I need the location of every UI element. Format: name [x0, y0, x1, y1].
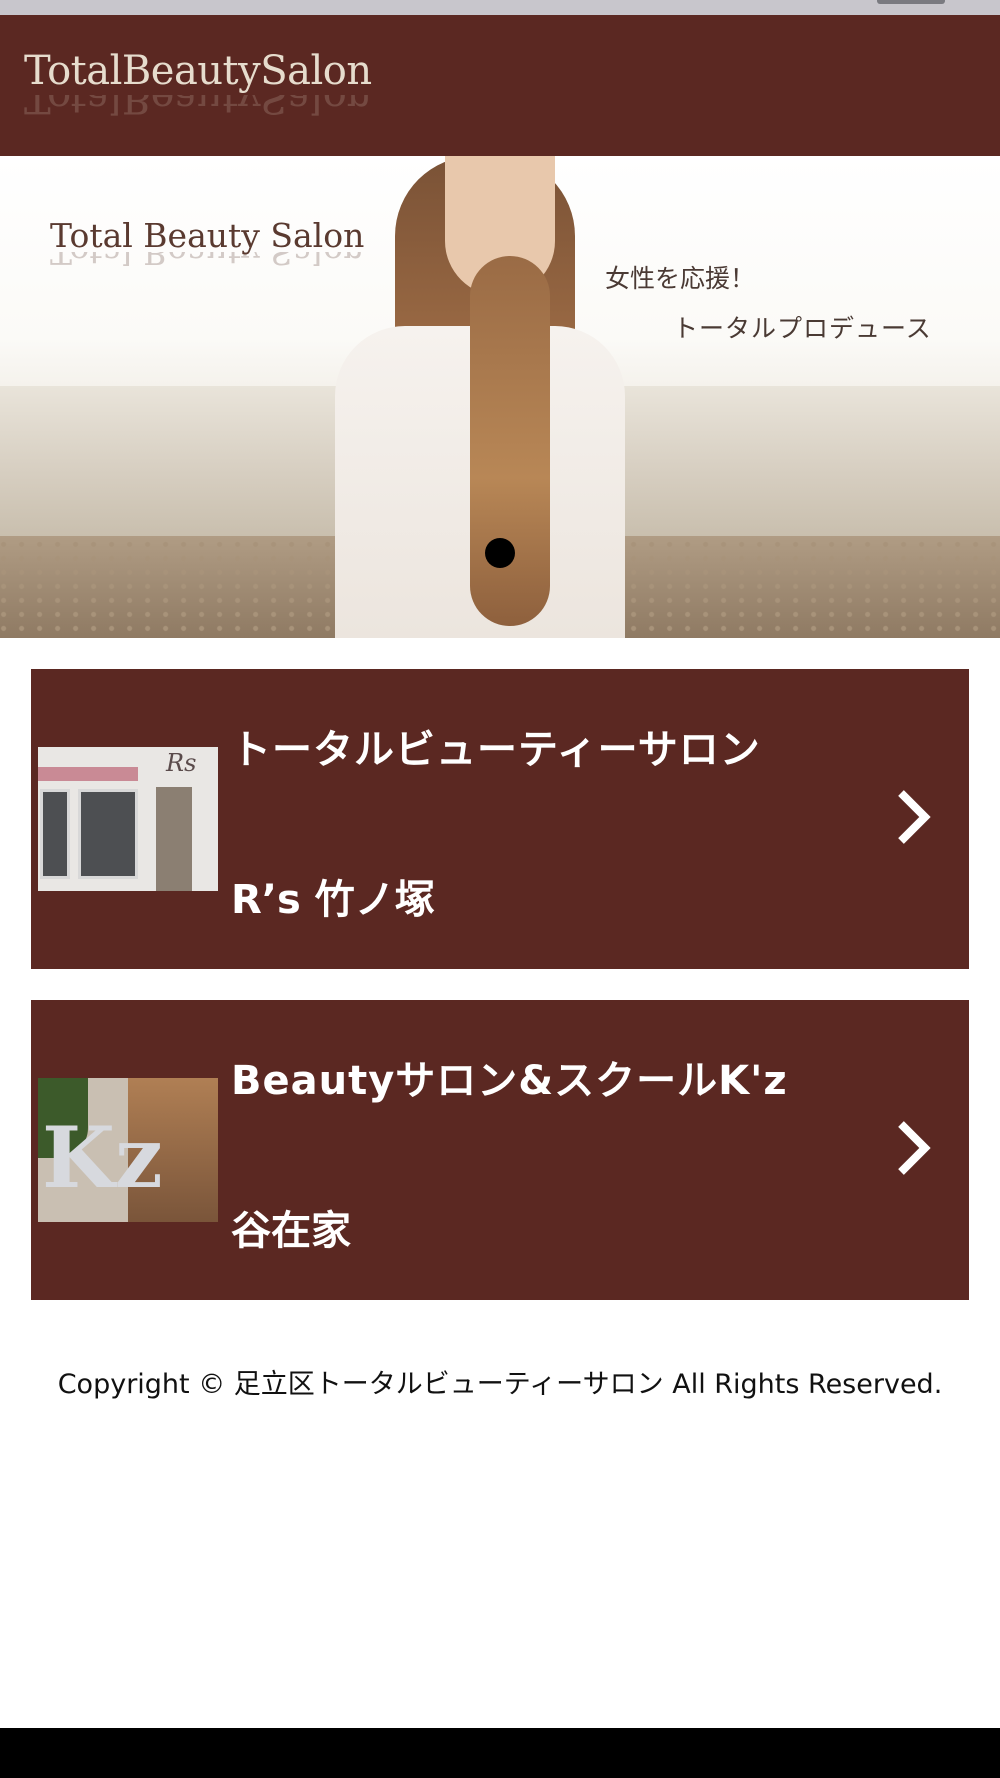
- status-indicator: [877, 0, 945, 4]
- salon-card-title: トータルビューティーサロン: [231, 727, 761, 773]
- chevron-right-icon: [898, 790, 931, 844]
- status-bar: [0, 0, 1000, 15]
- storefront-sign: Rs: [166, 749, 197, 777]
- salon-card-subtitle: R’s 竹ノ塚: [231, 877, 435, 923]
- chevron-right-icon: [898, 1121, 931, 1175]
- hero-title-reflection: Total Beauty Salon: [50, 252, 365, 272]
- hero-title: Total Beauty Salon: [50, 216, 365, 255]
- bottom-system-bar: [0, 1728, 1000, 1778]
- salon-card-kz[interactable]: Kz Beautyサロン&スクールK'z 谷在家: [31, 1000, 969, 1300]
- hero-tagline-1: 女性を応援！: [605, 264, 756, 293]
- slider-dot-indicator[interactable]: [485, 538, 515, 568]
- interior-sign: Kz: [42, 1108, 163, 1207]
- storefront-awning: [38, 767, 138, 781]
- hero-tagline-2: トータルプロデュース: [673, 314, 932, 343]
- storefront-window: [40, 789, 70, 879]
- footer-copyright: Copyright © 足立区トータルビューティーサロン All Rights …: [57, 1369, 943, 1400]
- storefront-door: [156, 787, 192, 891]
- hero-model-hair-front: [470, 256, 550, 626]
- salon-card-title: Beautyサロン&スクールK'z: [231, 1058, 788, 1104]
- storefront-window: [78, 789, 138, 879]
- salon-card-subtitle: 谷在家: [231, 1208, 351, 1254]
- salon-thumbnail-rs: Rs: [38, 747, 218, 891]
- salon-card-rs[interactable]: Rs トータルビューティーサロン R’s 竹ノ塚: [31, 669, 969, 969]
- salon-thumbnail-kz: Kz: [38, 1078, 218, 1222]
- hero-banner[interactable]: Total Beauty Salon Total Beauty Salon 女性…: [0, 156, 1000, 638]
- site-header: TotalBeautySalon TotalBeautySalon: [0, 15, 1000, 156]
- site-logo-reflection: TotalBeautySalon: [24, 95, 372, 121]
- site-logo[interactable]: TotalBeautySalon: [24, 48, 372, 94]
